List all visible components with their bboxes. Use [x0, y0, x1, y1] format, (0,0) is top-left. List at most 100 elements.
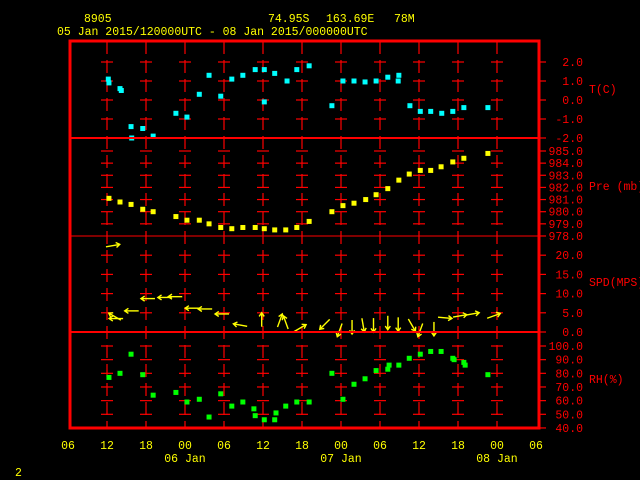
temperature-point [485, 105, 491, 111]
rh-point [150, 392, 156, 398]
rh-point [196, 396, 202, 402]
rh-point [428, 348, 434, 354]
temperature-point [240, 72, 246, 78]
y-tick-label: 15.0 [555, 269, 583, 282]
pressure-point [396, 177, 402, 183]
rh-point [373, 368, 379, 374]
pressure-point [140, 206, 146, 212]
temperature-point [284, 78, 290, 84]
y-tick-label: 978.0 [548, 231, 583, 244]
pressure-point [196, 217, 202, 223]
rh-point [396, 362, 402, 368]
page-number: 2 [15, 467, 22, 480]
pressure-point [240, 224, 246, 230]
temperature-point [439, 110, 445, 116]
y-tick-label: 0.0 [562, 327, 583, 340]
wind-arrow [370, 318, 377, 334]
temperature-point [329, 103, 335, 109]
wind-arrow [232, 321, 248, 328]
pressure-point [438, 164, 444, 170]
wind-arrow [183, 305, 200, 312]
y-tick-label: 80.0 [555, 368, 583, 381]
x-tick-label: 06 [61, 440, 75, 453]
x-day-label: 06 Jan [164, 453, 205, 466]
wind-arrow [105, 241, 121, 249]
pressure-point [128, 201, 134, 207]
temperature-point [428, 108, 434, 114]
rh-point [261, 417, 267, 423]
wind-arrow [452, 312, 469, 319]
rh-point [173, 389, 179, 395]
grid [101, 41, 503, 428]
pressure-point [206, 221, 212, 227]
x-tick-label: 12 [412, 440, 426, 453]
x-day-label: 08 Jan [476, 453, 517, 466]
pressure-point [261, 226, 267, 232]
temperature-point [140, 126, 146, 131]
y-tick-label: 70.0 [555, 382, 583, 395]
wind-arrow [360, 318, 367, 334]
rh-point [362, 376, 368, 382]
wind-arrow [416, 323, 424, 338]
pressure-point [417, 167, 423, 173]
x-tick-label: 00 [178, 440, 192, 453]
temperature-point [417, 108, 423, 114]
meteogram: 8905 74.95S 163.69E 78M 05 Jan 2015/1200… [15, 13, 640, 480]
y-tick-label: 1.0 [562, 76, 583, 89]
wind-arrow [281, 314, 289, 330]
temperature-point [272, 70, 278, 76]
x-tick-label: 06 [529, 440, 543, 453]
x-tick-label: 06 [373, 440, 387, 453]
temperature-point [261, 67, 267, 73]
y-tick-label: 985.0 [548, 146, 583, 159]
pressure-point [272, 227, 278, 233]
x-tick-label: 00 [334, 440, 348, 453]
wind-arrow [276, 312, 285, 328]
temperature-point [184, 114, 190, 120]
station-id: 8905 [84, 13, 112, 26]
temperature-point [252, 67, 258, 73]
wind-arrow [437, 315, 454, 322]
y-tick-label: 983.0 [548, 170, 583, 183]
y-tick-label: 50.0 [555, 409, 583, 422]
pressure-point [117, 199, 123, 205]
rh-point [386, 362, 392, 368]
y-axis-label: T(C) [589, 84, 617, 97]
y-tick-label: 980.0 [548, 207, 583, 220]
y-axis-label: RH(%) [589, 374, 624, 387]
temperature-point [461, 105, 467, 111]
temperature-point [407, 103, 413, 109]
wind-arrow [384, 315, 391, 332]
rh-point [283, 403, 289, 409]
temperature-point [385, 74, 391, 80]
y-tick-label: 90.0 [555, 355, 583, 368]
y-tick-label: 20.0 [555, 250, 583, 263]
y-tick-label: 60.0 [555, 396, 583, 409]
pressure-point [306, 218, 312, 224]
pressure-point [373, 192, 379, 198]
y-tick-label: 981.0 [548, 195, 583, 208]
rh-point [417, 351, 423, 357]
x-tick-label: 12 [100, 440, 114, 453]
pressure-point [363, 197, 369, 203]
y-tick-label: 984.0 [548, 158, 583, 171]
rh-point [406, 355, 412, 361]
wind-arrow [407, 318, 417, 333]
temperature-point [395, 78, 401, 84]
longitude: 163.69E [326, 13, 374, 26]
wind-arrow [139, 295, 155, 302]
temperature-point [351, 78, 357, 84]
pressure-point [106, 195, 112, 201]
rh-point [184, 399, 190, 405]
rh-point [351, 381, 357, 387]
temperature-point [373, 78, 379, 84]
pressure-point [428, 167, 434, 173]
temperature-point [218, 93, 224, 99]
pressure-point [283, 227, 289, 233]
wind-arrow [167, 293, 183, 300]
y-tick-label: 979.0 [548, 219, 583, 232]
wind-arrow [123, 307, 139, 314]
pressure-point [218, 224, 224, 230]
y-tick-label: -2.0 [555, 133, 583, 146]
rh-point [252, 413, 258, 419]
